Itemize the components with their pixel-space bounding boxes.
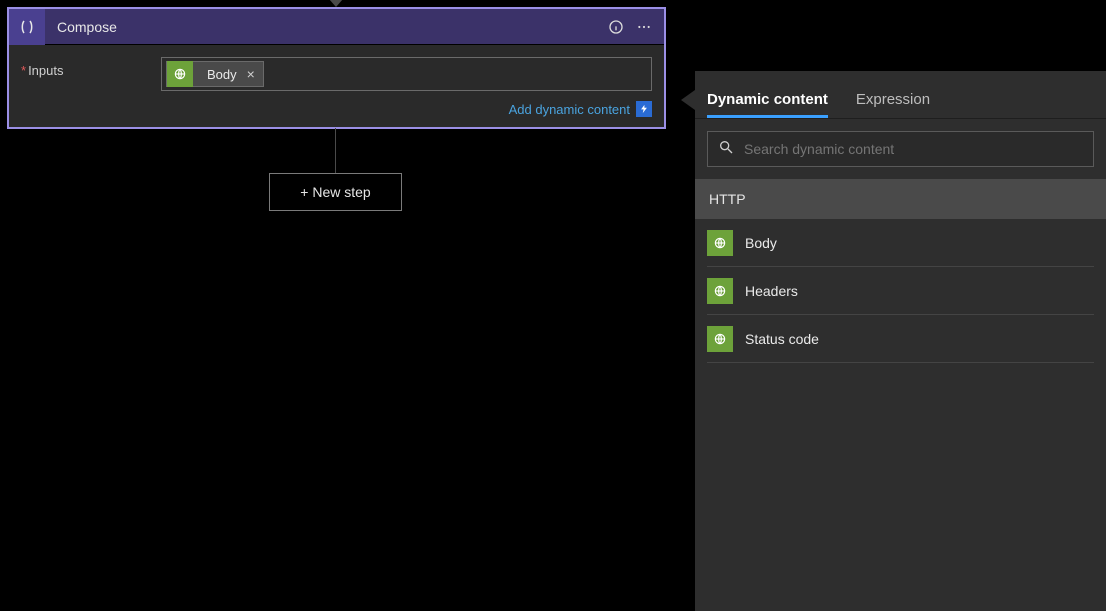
panel-callout-arrow: [681, 90, 695, 110]
add-dynamic-row: Add dynamic content: [9, 97, 664, 127]
inputs-field[interactable]: Body ×: [161, 57, 652, 91]
more-icon[interactable]: [632, 19, 664, 35]
compose-action-card[interactable]: Compose *Inputs: [7, 7, 666, 129]
section-header-http: HTTP: [695, 179, 1106, 219]
dynamic-item-headers[interactable]: Headers: [707, 267, 1094, 315]
token-remove-icon[interactable]: ×: [245, 66, 263, 82]
search-input[interactable]: [744, 141, 1083, 157]
lightning-icon[interactable]: [636, 101, 652, 117]
http-icon: [167, 61, 193, 87]
compose-title: Compose: [45, 19, 600, 35]
dynamic-item-status-code[interactable]: Status code: [707, 315, 1094, 363]
inputs-label-text: Inputs: [28, 63, 63, 78]
dynamic-item-body[interactable]: Body: [707, 219, 1094, 267]
add-dynamic-content-link[interactable]: Add dynamic content: [509, 102, 630, 117]
http-icon: [707, 326, 733, 352]
panel-tabs: Dynamic content Expression: [695, 71, 1106, 119]
dynamic-item-label: Status code: [745, 331, 819, 347]
info-icon[interactable]: [600, 19, 632, 35]
search-icon: [718, 139, 734, 160]
new-step-label: + New step: [300, 184, 370, 200]
http-icon: [707, 278, 733, 304]
dynamic-content-list: Body Headers Status code: [695, 219, 1106, 363]
dynamic-item-label: Headers: [745, 283, 798, 299]
new-step-button[interactable]: + New step: [269, 173, 402, 211]
connector-arrow-top: [329, 0, 343, 7]
compose-body: *Inputs Body ×: [9, 45, 664, 97]
input-token-body[interactable]: Body ×: [166, 61, 264, 87]
search-box[interactable]: [707, 131, 1094, 167]
compose-icon: [9, 9, 45, 45]
tab-expression[interactable]: Expression: [856, 91, 930, 118]
tab-dynamic-content[interactable]: Dynamic content: [707, 91, 828, 118]
connector-line: [335, 128, 336, 173]
http-icon: [707, 230, 733, 256]
inputs-label: *Inputs: [21, 57, 161, 78]
compose-header[interactable]: Compose: [9, 9, 664, 45]
required-asterisk: *: [21, 63, 26, 78]
dynamic-item-label: Body: [745, 235, 777, 251]
dynamic-content-panel: Dynamic content Expression HTTP Body: [695, 71, 1106, 611]
token-label: Body: [193, 67, 245, 82]
